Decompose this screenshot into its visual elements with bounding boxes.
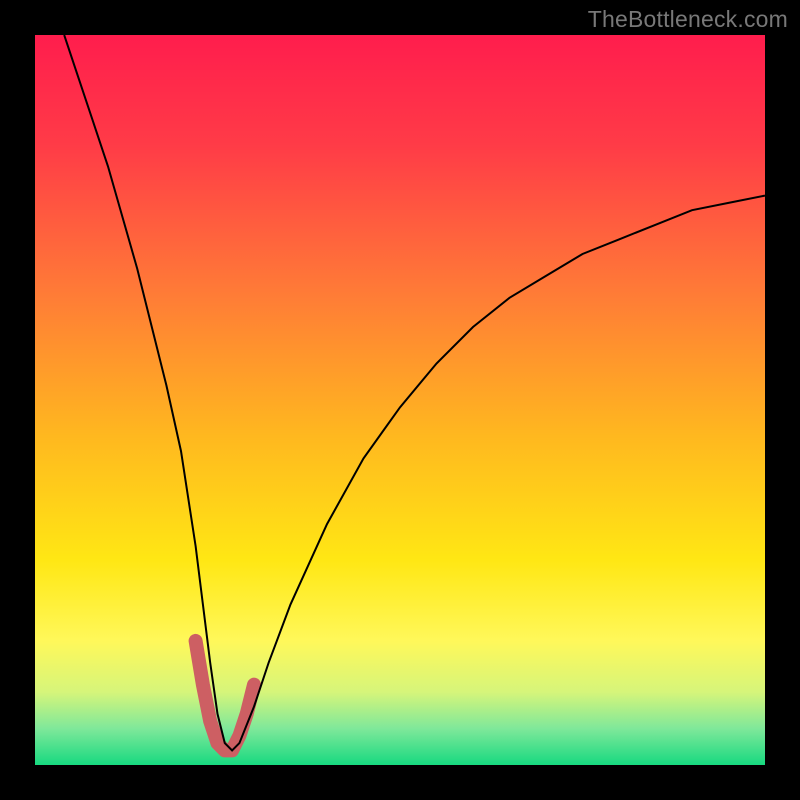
plot-area [35,35,765,765]
curve-layer [35,35,765,765]
watermark-text: TheBottleneck.com [588,6,788,33]
optimal-region-highlight [196,641,254,751]
bottleneck-curve [64,35,765,750]
chart-frame: TheBottleneck.com [0,0,800,800]
